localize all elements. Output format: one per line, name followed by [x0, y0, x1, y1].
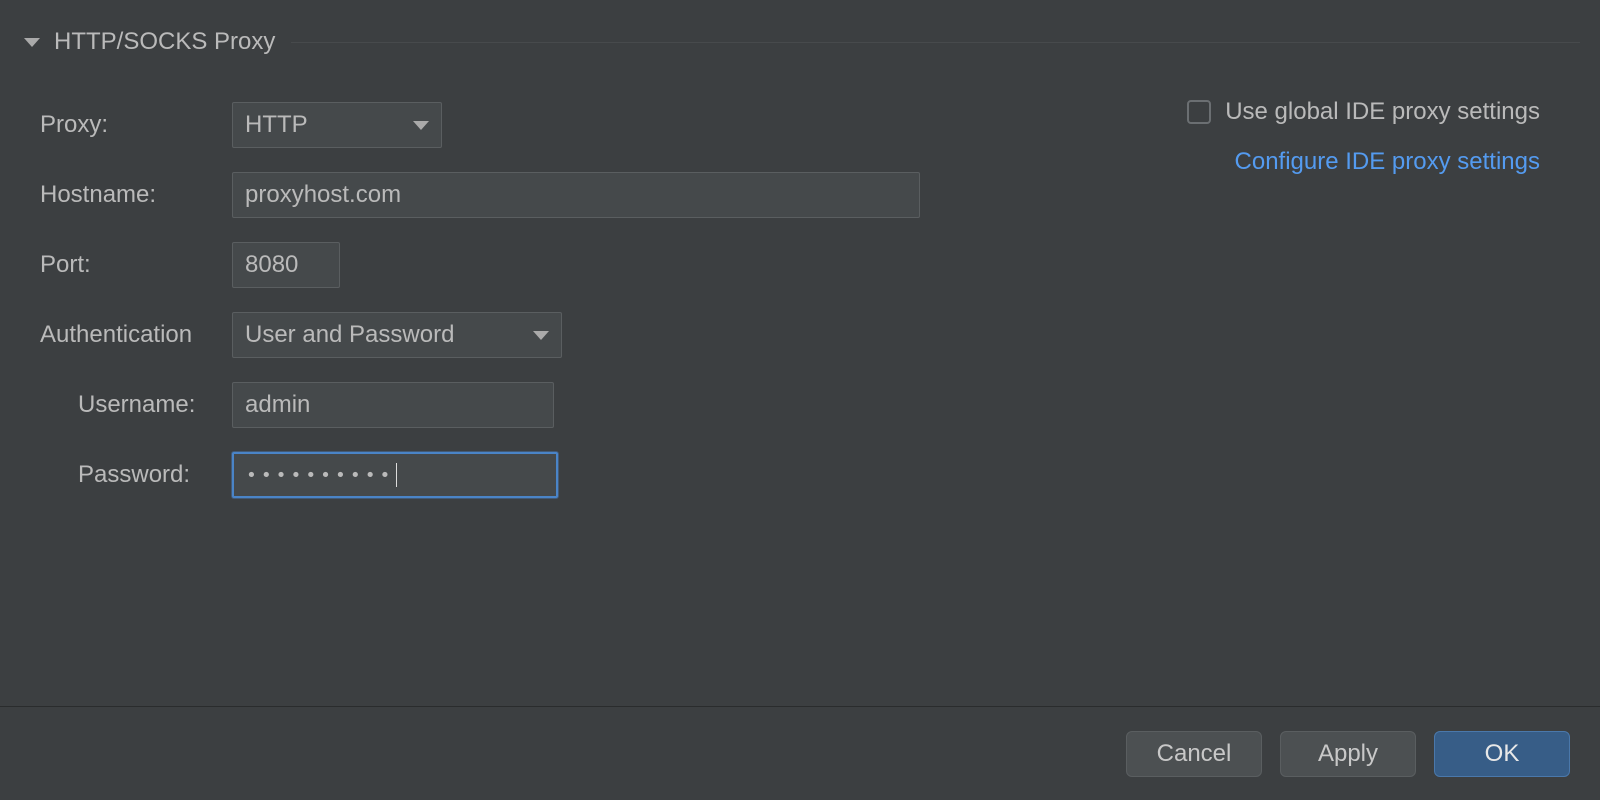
- port-label: Port:: [40, 251, 232, 279]
- section-header[interactable]: HTTP/SOCKS Proxy: [0, 0, 1600, 62]
- dialog-footer: Cancel Apply OK: [0, 706, 1600, 800]
- hostname-input[interactable]: proxyhost.com: [232, 172, 920, 218]
- section-title: HTTP/SOCKS Proxy: [54, 28, 275, 56]
- proxy-type-value: HTTP: [245, 111, 308, 139]
- chevron-down-icon: [413, 121, 429, 130]
- section-divider: [291, 42, 1580, 43]
- cancel-button[interactable]: Cancel: [1126, 731, 1262, 777]
- password-input[interactable]: ••••••••••: [232, 452, 558, 498]
- hostname-value: proxyhost.com: [245, 181, 401, 209]
- proxy-label: Proxy:: [40, 111, 232, 139]
- password-label: Password:: [40, 461, 232, 489]
- collapse-arrow-icon[interactable]: [24, 38, 40, 47]
- ok-button[interactable]: OK: [1434, 731, 1570, 777]
- text-caret-icon: [396, 463, 397, 487]
- username-label: Username:: [40, 391, 232, 419]
- proxy-type-select[interactable]: HTTP: [232, 102, 442, 148]
- password-mask: ••••••••••: [246, 465, 394, 486]
- username-value: admin: [245, 391, 310, 419]
- checkbox-icon[interactable]: [1187, 100, 1211, 124]
- apply-button[interactable]: Apply: [1280, 731, 1416, 777]
- authentication-select[interactable]: User and Password: [232, 312, 562, 358]
- hostname-label: Hostname:: [40, 181, 232, 209]
- port-value: 8080: [245, 251, 298, 279]
- configure-ide-proxy-link[interactable]: Configure IDE proxy settings: [1235, 148, 1540, 176]
- username-input[interactable]: admin: [232, 382, 554, 428]
- authentication-label: Authentication: [40, 321, 232, 349]
- use-global-proxy-checkbox[interactable]: Use global IDE proxy settings: [1187, 98, 1540, 126]
- authentication-value: User and Password: [245, 321, 454, 349]
- port-input[interactable]: 8080: [232, 242, 340, 288]
- use-global-proxy-label: Use global IDE proxy settings: [1225, 98, 1540, 126]
- chevron-down-icon: [533, 331, 549, 340]
